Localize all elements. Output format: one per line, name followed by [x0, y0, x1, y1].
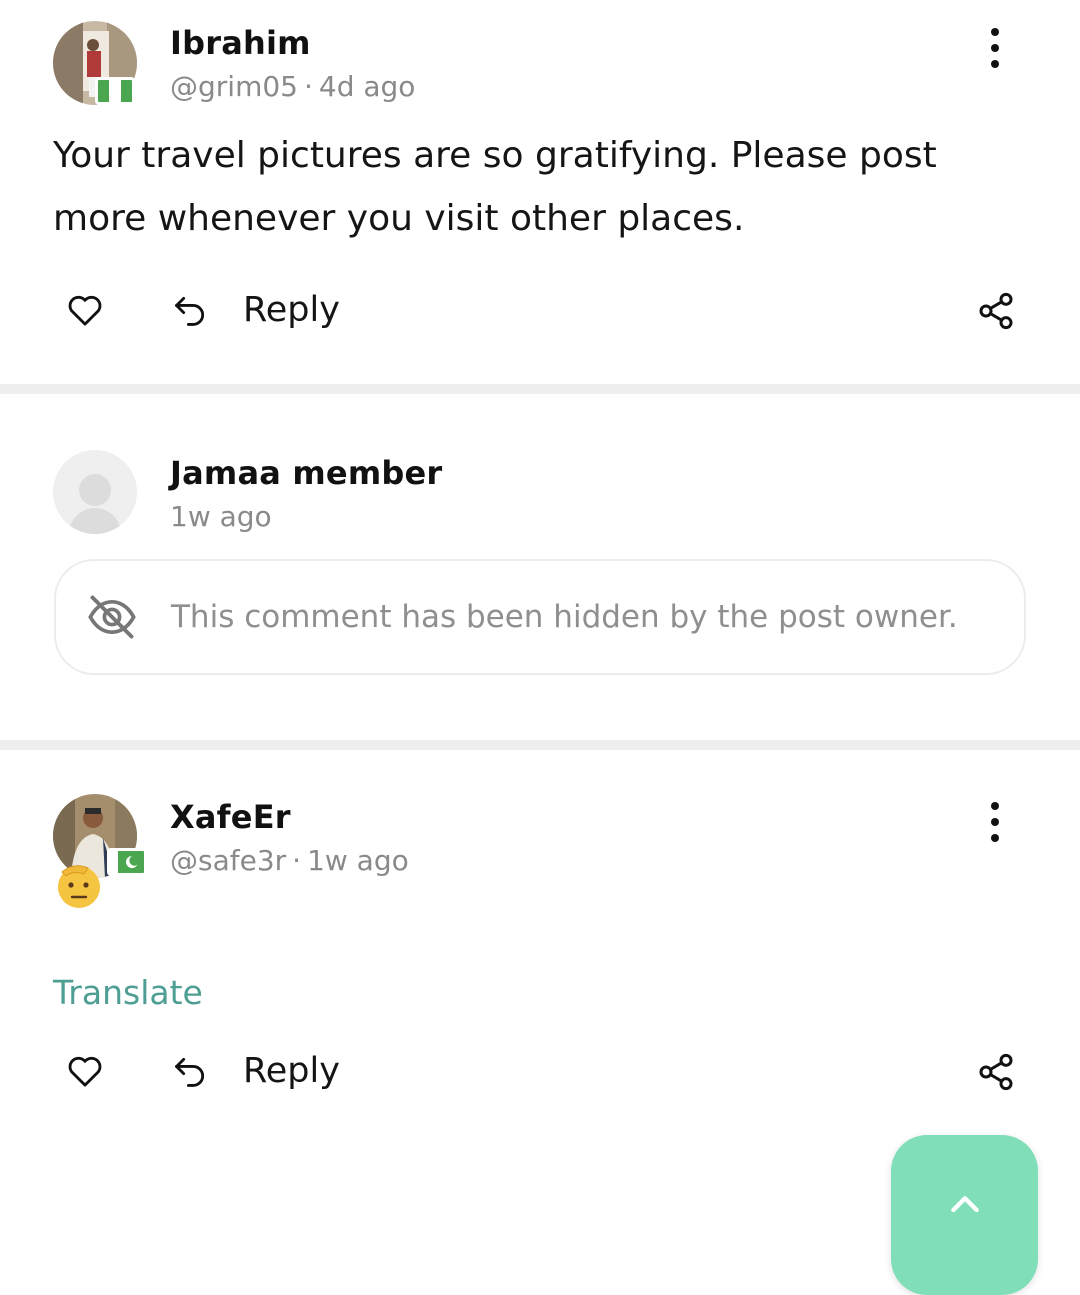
section-divider [0, 740, 1080, 750]
eye-off-icon [88, 595, 136, 639]
author-name: Jamaa member [170, 454, 443, 492]
author-handle[interactable]: @safe3r [170, 844, 286, 877]
timestamp: 1w ago [170, 500, 272, 533]
reply-arrow-icon[interactable] [170, 292, 210, 330]
timestamp: 1w ago [307, 844, 409, 877]
author-handle[interactable]: @grim05 [170, 70, 298, 103]
comment-actions: Reply [0, 1043, 1080, 1103]
author-meta: @grim05 · 4d ago [170, 70, 415, 103]
comment-actions: Reply [0, 282, 1080, 342]
meta-separator: · [292, 844, 302, 877]
person-placeholder-icon [69, 474, 121, 534]
meta-separator: · [303, 70, 313, 103]
share-icon[interactable] [976, 290, 1016, 332]
share-icon[interactable] [976, 1051, 1016, 1093]
avatar-placeholder [53, 450, 137, 534]
nigeria-flag-icon [95, 77, 135, 105]
reply-button[interactable]: Reply [243, 290, 340, 330]
heart-icon[interactable] [64, 1051, 106, 1091]
heart-icon[interactable] [64, 290, 106, 330]
pakistan-flag-icon [107, 848, 147, 876]
author-meta: @safe3r · 1w ago [170, 844, 409, 877]
hidden-comment-item: Jamaa member 1w ago This comment has bee… [0, 394, 1080, 740]
author-name[interactable]: XafeEr [170, 798, 291, 836]
hidden-comment-message: This comment has been hidden by the post… [171, 599, 958, 635]
author-name[interactable]: Ibrahim [170, 24, 311, 62]
comment-text: Your travel pictures are so gratifying. … [53, 135, 937, 239]
comment-item: Ibrahim @grim05 · 4d ago Your travel pictu… [0, 0, 1080, 384]
saluting-face-emoji [58, 865, 100, 908]
translate-link[interactable]: Translate [53, 973, 203, 1012]
hidden-comment-notice: This comment has been hidden by the post… [54, 559, 1026, 675]
reply-arrow-icon[interactable] [170, 1053, 210, 1091]
section-divider [0, 384, 1080, 394]
timestamp: 4d ago [318, 70, 416, 103]
more-vertical-icon[interactable] [980, 28, 1010, 68]
reply-button[interactable]: Reply [243, 1051, 340, 1091]
more-vertical-icon[interactable] [980, 802, 1010, 842]
chevron-up-icon [950, 1196, 979, 1213]
scroll-to-top-button[interactable] [891, 1135, 1038, 1295]
